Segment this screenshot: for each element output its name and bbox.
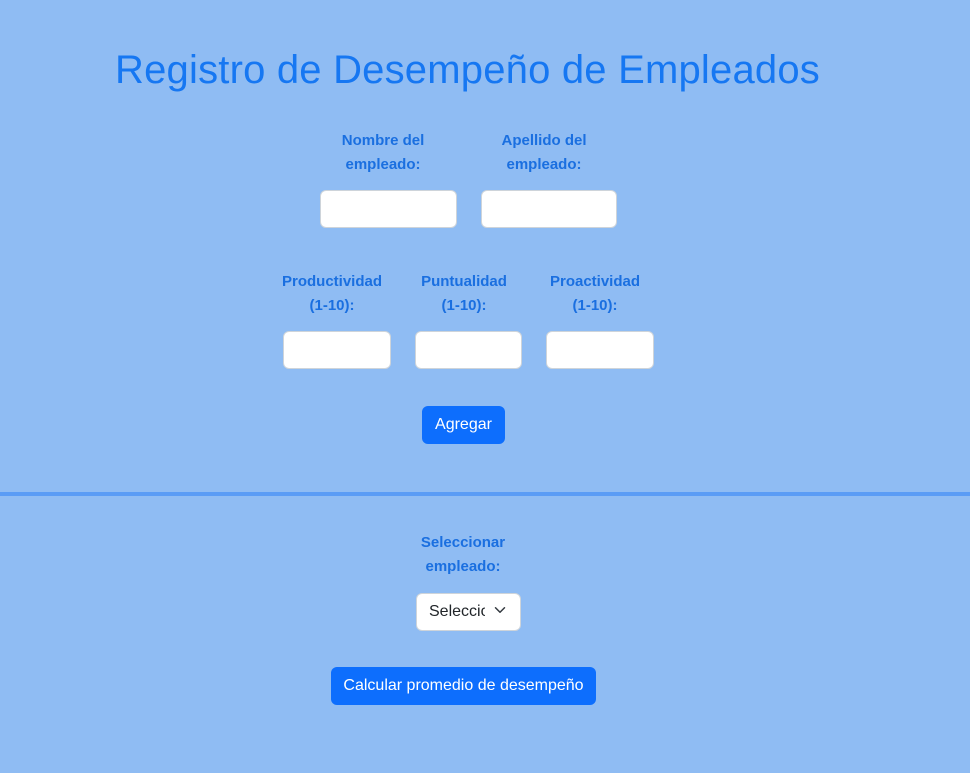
first-name-label: Nombre del empleado: [341, 132, 425, 173]
add-button[interactable]: Agregar [422, 406, 505, 444]
chevron-down-icon [494, 607, 506, 613]
last-name-label: Apellido del empleado: [501, 132, 587, 173]
proactivity-label: Proactividad (1-10): [549, 273, 641, 314]
calculate-average-button[interactable]: Calcular promedio de desempeño [331, 667, 596, 705]
page-title: Registro de Desempeño de Empleados [115, 48, 820, 92]
punctuality-input[interactable] [415, 331, 522, 369]
employee-select[interactable]: Seleccionar [416, 593, 521, 631]
proactivity-input[interactable] [546, 331, 654, 369]
productivity-label: Productividad (1-10): [281, 273, 382, 314]
employee-select-value: Seleccionar [429, 603, 485, 620]
first-name-input[interactable] [320, 190, 457, 228]
punctuality-label: Puntualidad (1-10): [421, 273, 507, 314]
section-divider [0, 492, 970, 496]
last-name-input[interactable] [481, 190, 617, 228]
productivity-input[interactable] [283, 331, 391, 369]
select-employee-label: Seleccionar empleado: [420, 534, 506, 575]
